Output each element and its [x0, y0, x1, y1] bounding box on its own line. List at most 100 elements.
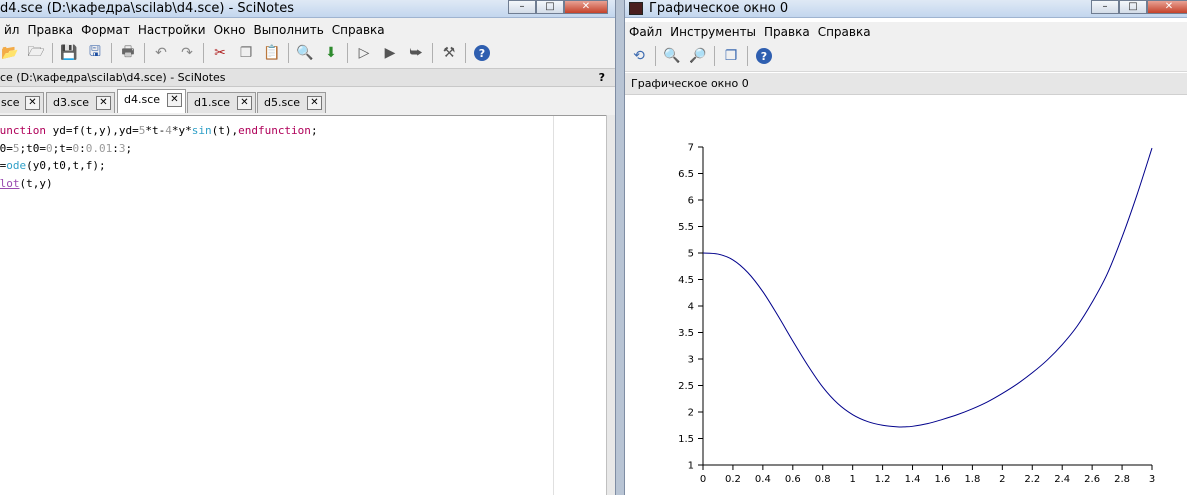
help-icon[interactable]: ? [472, 43, 492, 63]
y-tick-label: 2.5 [678, 381, 694, 392]
menu-edit[interactable]: Правка [23, 23, 77, 37]
close-button[interactable]: ✕ [1147, 0, 1187, 14]
copy-icon[interactable]: ❐ [236, 43, 256, 63]
plot-canvas[interactable]: 0 0.2 0.4 0.6 0.8 1 1.2 1.4 1.6 1.8 2 2.2 2.4 2.6 2.8 3… [625, 96, 1187, 495]
menu-help[interactable]: Справка [814, 25, 875, 39]
toolbar-separator [655, 46, 656, 66]
help-icon[interactable]: ? [754, 46, 774, 66]
scinotes-titlebar: d4.sce (D:\кафедра\scilab\d4.sce) - SciN… [0, 0, 615, 18]
maximize-button[interactable]: □ [1119, 0, 1147, 14]
code-area[interactable]: function yd=f(t,y),yd=5*t-4*y*sin(t),end… [0, 122, 318, 192]
execute-file-icon[interactable]: ▶ [380, 43, 400, 63]
redo-icon[interactable]: ↷ [177, 43, 197, 63]
editor-vertical-scrollbar[interactable] [606, 115, 615, 495]
toolbar-separator [465, 43, 466, 63]
scinotes-menubar: йл Правка Формат Настройки Окно Выполнит… [0, 20, 615, 40]
graphic-window-infobar: Графическое окно 0 [625, 73, 1187, 95]
close-tab-icon[interactable]: ✕ [307, 96, 322, 110]
tab-file-d5[interactable]: d5.sce ✕ [257, 92, 326, 113]
open-icon[interactable]: 📂 [0, 43, 20, 63]
code-line-3: y=ode(y0,t0,t,f); [0, 159, 106, 172]
y-tick-label: 1 [688, 461, 694, 472]
y-tick-label: 5 [688, 249, 694, 260]
menu-edit[interactable]: Правка [760, 25, 814, 39]
close-tab-icon[interactable]: ✕ [167, 93, 182, 107]
series-line [702, 147, 1153, 428]
zoom-fit-icon[interactable]: 🔎 [688, 46, 708, 66]
y-tick-label: 3 [688, 355, 694, 366]
tab-label: d1.sce [194, 96, 231, 109]
minimize-button[interactable]: – [508, 0, 536, 14]
tab-file-d3[interactable]: d3.sce ✕ [46, 92, 115, 113]
x-tick-label: 1.6 [935, 474, 951, 485]
menu-tools[interactable]: Инструменты [666, 25, 760, 39]
cut-icon[interactable]: ✂ [210, 43, 230, 63]
context-help-button[interactable]: ? [599, 71, 605, 84]
execute-icon[interactable]: ▷ [354, 43, 374, 63]
save-icon[interactable]: 💾 [59, 43, 79, 63]
load-into-scilab-icon[interactable]: ⬇ [321, 43, 341, 63]
svg-text:?: ? [761, 50, 767, 63]
toolbar-separator [432, 43, 433, 63]
execute-selection-icon[interactable]: ⮩ [406, 43, 426, 63]
close-tab-icon[interactable]: ✕ [237, 96, 252, 110]
close-button[interactable]: ✕ [564, 0, 608, 14]
zoom-in-icon[interactable]: 🔍 [662, 46, 682, 66]
tab-label: d4.sce [124, 93, 161, 106]
print-icon[interactable]: 🖶 [118, 43, 138, 63]
close-tab-icon[interactable]: ✕ [25, 96, 40, 110]
undo-icon[interactable]: ↶ [151, 43, 171, 63]
scinotes-title: d4.sce (D:\кафедра\scilab\d4.sce) - SciN… [0, 1, 294, 16]
file-path-bar: ce (D:\кафедра\scilab\d4.sce) - SciNotes… [0, 68, 615, 87]
datatip-icon[interactable]: ❐ [721, 46, 741, 66]
menu-help[interactable]: Справка [328, 23, 389, 37]
y-tick-label: 2 [688, 408, 694, 419]
menu-format[interactable]: Формат [77, 23, 134, 37]
graphic-window-info-label: Графическое окно 0 [631, 77, 749, 90]
paste-icon[interactable]: 📋 [262, 43, 282, 63]
y-tick-label: 1.5 [678, 434, 694, 445]
x-tick-label: 0.8 [815, 474, 831, 485]
menu-execute[interactable]: Выполнить [250, 23, 328, 37]
x-tick-label: 0.4 [755, 474, 771, 485]
rotate-icon[interactable]: ⟲ [629, 46, 649, 66]
x-tick-label: 2.4 [1054, 474, 1070, 485]
options-icon[interactable]: ⚒ [439, 43, 459, 63]
code-editor[interactable]: function yd=f(t,y),yd=5*t-4*y*sin(t),end… [0, 115, 606, 495]
toolbar-separator [111, 43, 112, 63]
y-tick-label: 6.5 [678, 169, 694, 180]
find-icon[interactable]: 🔍 [295, 43, 315, 63]
file-tabs: sce ✕ d3.sce ✕ d4.sce ✕ d1.sce ✕ d5.sce … [0, 89, 615, 113]
tab-file-1[interactable]: sce ✕ [0, 92, 44, 113]
plot-axes [702, 147, 1152, 466]
y-tick-label: 3.5 [678, 328, 694, 339]
scilab-app-icon [629, 2, 643, 15]
x-tick-label: 1.4 [905, 474, 921, 485]
save-as-icon[interactable]: 🖫 [85, 43, 105, 63]
toolbar-separator [52, 43, 53, 63]
menu-settings[interactable]: Настройки [134, 23, 210, 37]
svg-text:?: ? [479, 47, 485, 60]
close-tab-icon[interactable]: ✕ [96, 96, 111, 110]
x-tick-label: 0.2 [725, 474, 741, 485]
scinotes-window-controls: – □ ✕ [508, 0, 608, 14]
tab-file-d1[interactable]: d1.sce ✕ [187, 92, 256, 113]
plot-series [702, 147, 1153, 428]
scinotes-toolbar: 📂 🗁 💾 🖫 🖶 ↶ ↷ ✂ ❐ 📋 🔍 ⬇ ▷ ▶ ⮩ ⚒ ? [0, 43, 498, 63]
tab-label: d3.sce [53, 96, 90, 109]
tab-label: d5.sce [264, 96, 301, 109]
y-tick-label: 5.5 [678, 222, 694, 233]
code-line-4: plot(t,y) [0, 176, 53, 190]
x-tick-label: 2 [999, 474, 1005, 485]
open-folder-icon[interactable]: 🗁 [26, 43, 46, 63]
maximize-button[interactable]: □ [536, 0, 564, 14]
y-tick-label: 6 [688, 196, 694, 207]
graphic-window: Графическое окно 0 – □ ✕ Файл Инструмент… [625, 0, 1187, 495]
menu-file[interactable]: йл [0, 23, 23, 37]
menu-file[interactable]: Файл [625, 25, 666, 39]
y-tick-label: 4.5 [678, 275, 694, 286]
minimize-button[interactable]: – [1091, 0, 1119, 14]
tab-file-d4[interactable]: d4.sce ✕ [117, 89, 186, 113]
y-tick-label: 7 [688, 143, 694, 154]
menu-window[interactable]: Окно [210, 23, 250, 37]
